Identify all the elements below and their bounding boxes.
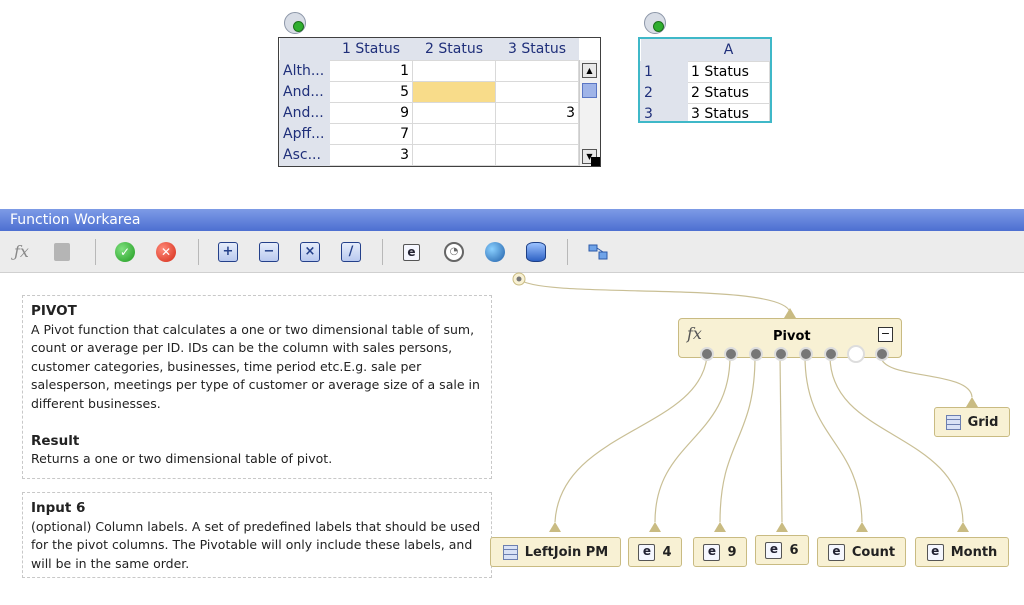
input-port-icon[interactable] (824, 347, 838, 361)
grid-node[interactable]: Grid (934, 407, 1010, 437)
expression-icon: e (638, 543, 656, 561)
connection-lines (512, 272, 978, 532)
arrow-marker (549, 522, 561, 532)
output-port-icon[interactable] (875, 347, 889, 361)
collapse-icon[interactable]: − (878, 327, 893, 342)
input-port-icon[interactable] (749, 347, 763, 361)
arrow-marker (714, 522, 726, 532)
expression-icon: e (765, 541, 783, 559)
input-node-count[interactable]: e Count (817, 537, 906, 567)
expression-icon: e (827, 543, 845, 561)
connector-line (779, 355, 783, 523)
arrow-marker (957, 522, 969, 532)
connector-line (518, 278, 791, 313)
pivot-label: Pivot (773, 329, 811, 344)
arrow-marker (856, 522, 868, 532)
input-port-icon[interactable] (700, 347, 714, 361)
input-port-icon[interactable] (774, 347, 788, 361)
expression-icon: e (703, 543, 721, 561)
arrow-marker (966, 397, 978, 407)
connector-line (804, 355, 863, 523)
connector-line (719, 355, 756, 523)
input-node-4[interactable]: e 4 (628, 537, 682, 567)
empty-input-port-icon[interactable] (847, 345, 865, 363)
node-label: 6 (789, 542, 799, 558)
arrow-marker (776, 522, 788, 532)
function-icon: fx (687, 324, 702, 343)
node-label: 9 (727, 544, 737, 560)
node-label: Grid (967, 414, 999, 430)
input-node-6[interactable]: e 6 (755, 535, 809, 565)
pivot-node[interactable]: fx Pivot − (678, 318, 902, 363)
connector-line (554, 355, 708, 523)
input-node-leftjoin[interactable]: LeftJoin PM (490, 537, 621, 567)
connector-line (880, 355, 973, 398)
node-label: Count (851, 544, 896, 560)
grid-icon (502, 544, 518, 560)
node-label: Month (950, 544, 998, 560)
output-port-dot (516, 276, 522, 282)
connector-line (829, 355, 964, 523)
input-node-month[interactable]: e Month (915, 537, 1009, 567)
node-label: LeftJoin PM (524, 544, 609, 560)
input-port-icon[interactable] (724, 347, 738, 361)
grid-icon (945, 414, 961, 430)
expression-icon: e (926, 543, 944, 561)
input-node-9[interactable]: e 9 (693, 537, 747, 567)
arrow-marker (784, 308, 796, 318)
input-port-icon[interactable] (799, 347, 813, 361)
arrow-marker (649, 522, 661, 532)
connector-line (654, 355, 731, 523)
node-label: 4 (662, 544, 672, 560)
